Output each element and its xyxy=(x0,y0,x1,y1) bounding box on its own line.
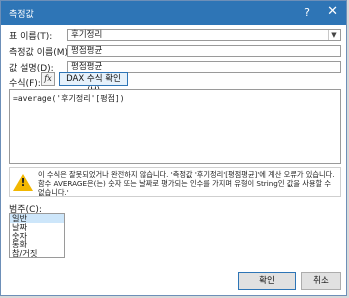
measure-name-value: 평점평균 xyxy=(71,46,103,56)
measure-dialog: 측정값 ? ✕ 표 이름(T): 후기정리 ▼ 측정값 이름(M): 평점평균 … xyxy=(0,0,347,296)
formula-label: 수식(F): xyxy=(9,79,41,89)
error-message-panel: ! 이 수식은 잘못되었거나 완전하지 않습니다. '측정값 '후기정리'[평점… xyxy=(9,167,341,197)
table-name-label: 표 이름(T): xyxy=(9,32,53,42)
warning-mark: ! xyxy=(20,176,26,189)
close-icon[interactable]: ✕ xyxy=(327,4,338,19)
error-text: 이 수식은 잘못되었거나 완전하지 않습니다. '측정값 '후기정리'[평점평균… xyxy=(38,170,335,197)
formula-editor[interactable]: =average('후기정리'[평점]) xyxy=(9,89,341,164)
table-name-select[interactable]: 후기정리 ▼ xyxy=(67,29,341,41)
table-name-value: 후기정리 xyxy=(71,30,103,40)
measure-name-input[interactable]: 평점평균 xyxy=(67,45,341,57)
category-item[interactable]: 참/거짓 xyxy=(10,249,64,257)
formula-text: =average('후기정리'[평점]) xyxy=(13,94,125,103)
fx-button[interactable]: fx xyxy=(41,72,55,86)
description-value: 평점평균 xyxy=(71,62,103,72)
title-bar: 측정값 ? ✕ xyxy=(1,1,346,25)
dialog-title: 측정값 xyxy=(9,10,34,20)
check-dax-button[interactable]: DAX 수식 확인(H) xyxy=(59,72,128,96)
cancel-button[interactable]: 취소 xyxy=(301,272,341,290)
category-list[interactable]: 일반 날짜 숫자 통화 참/거짓 xyxy=(9,213,65,258)
chevron-down-icon[interactable]: ▼ xyxy=(328,30,339,40)
help-icon[interactable]: ? xyxy=(304,6,310,19)
measure-name-label: 측정값 이름(M): xyxy=(9,48,72,58)
ok-button[interactable]: 확인 xyxy=(238,272,296,290)
